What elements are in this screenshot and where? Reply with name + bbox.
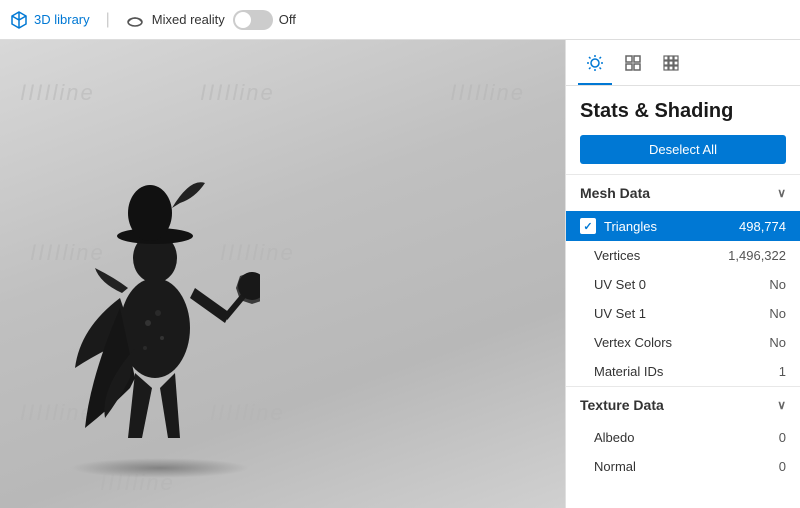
texture-data-header[interactable]: Texture Data ∨ [566, 387, 800, 423]
section-texture-data: Texture Data ∨ Albedo 0 Normal 0 [566, 386, 800, 481]
section-mesh-data: Mesh Data ∨ ✓ Triangles 498,774 Vertices… [566, 174, 800, 386]
panel-header: Stats & Shading Deselect All [566, 86, 800, 174]
triangles-value: 498,774 [739, 219, 786, 234]
watermark-3: IIIIline [450, 80, 525, 106]
watermark-2: IIIIline [200, 80, 275, 106]
mixed-reality-icon [126, 11, 144, 29]
grid-icon [624, 54, 642, 72]
albedo-label: Albedo [594, 430, 779, 445]
panel-title: Stats & Shading [580, 100, 786, 123]
cube-icon [10, 11, 28, 29]
row-vertex-colors: Vertex Colors No [566, 328, 800, 357]
normal-value: 0 [779, 459, 786, 474]
mesh-data-label: Mesh Data [580, 185, 650, 201]
row-material-ids: Material IDs 1 [566, 357, 800, 386]
mixed-reality-section: Mixed reality Off [126, 10, 296, 30]
mesh-data-header[interactable]: Mesh Data ∨ [566, 175, 800, 211]
watermark-1: IIIIline [20, 80, 95, 106]
model-figure [60, 128, 260, 468]
material-ids-label: Material IDs [594, 364, 779, 379]
triangles-label: Triangles [604, 219, 739, 234]
tab-sun[interactable] [578, 48, 612, 85]
toggle-container[interactable]: Off [233, 10, 296, 30]
panel-tabs [566, 40, 800, 86]
normal-label: Normal [594, 459, 779, 474]
texture-data-chevron: ∨ [777, 398, 786, 412]
deselect-all-button[interactable]: Deselect All [580, 135, 786, 164]
library-button[interactable]: 3D library [10, 11, 90, 29]
tab-grid[interactable] [616, 48, 650, 85]
row-albedo: Albedo 0 [566, 423, 800, 452]
toggle-knob [235, 12, 251, 28]
uv-set-0-value: No [769, 277, 786, 292]
vertex-colors-value: No [769, 335, 786, 350]
main-content: IIIIline IIIIline IIIIline IIIIline IIII… [0, 40, 800, 508]
toggle-off-label: Off [279, 12, 296, 27]
row-uv-set-1: UV Set 1 No [566, 299, 800, 328]
ground-shadow [70, 458, 250, 478]
texture-data-label: Texture Data [580, 397, 664, 413]
viewport[interactable]: IIIIline IIIIline IIIIline IIIIline IIII… [0, 40, 565, 508]
uv-set-0-label: UV Set 0 [594, 277, 769, 292]
row-triangles[interactable]: ✓ Triangles 498,774 [566, 211, 800, 241]
material-ids-value: 1 [779, 364, 786, 379]
vertex-colors-label: Vertex Colors [594, 335, 769, 350]
top-bar: 3D library | Mixed reality Off [0, 0, 800, 40]
model-silhouette [60, 128, 260, 468]
albedo-value: 0 [779, 430, 786, 445]
triangles-checkbox[interactable]: ✓ [580, 218, 596, 234]
separator: | [106, 11, 110, 29]
vertices-label: Vertices [594, 248, 728, 263]
mixed-reality-label: Mixed reality [152, 12, 225, 27]
tab-tiles[interactable] [654, 48, 688, 85]
check-mark: ✓ [583, 220, 592, 233]
row-uv-set-0: UV Set 0 No [566, 270, 800, 299]
tiles-icon [662, 54, 680, 72]
uv-set-1-value: No [769, 306, 786, 321]
row-vertices: Vertices 1,496,322 [566, 241, 800, 270]
side-panel: Stats & Shading Deselect All Mesh Data ∨… [565, 40, 800, 508]
mixed-reality-toggle[interactable] [233, 10, 273, 30]
mesh-data-chevron: ∨ [777, 186, 786, 200]
sun-icon [586, 54, 604, 72]
row-normal: Normal 0 [566, 452, 800, 481]
uv-set-1-label: UV Set 1 [594, 306, 769, 321]
library-label: 3D library [34, 12, 90, 27]
vertices-value: 1,496,322 [728, 248, 786, 263]
